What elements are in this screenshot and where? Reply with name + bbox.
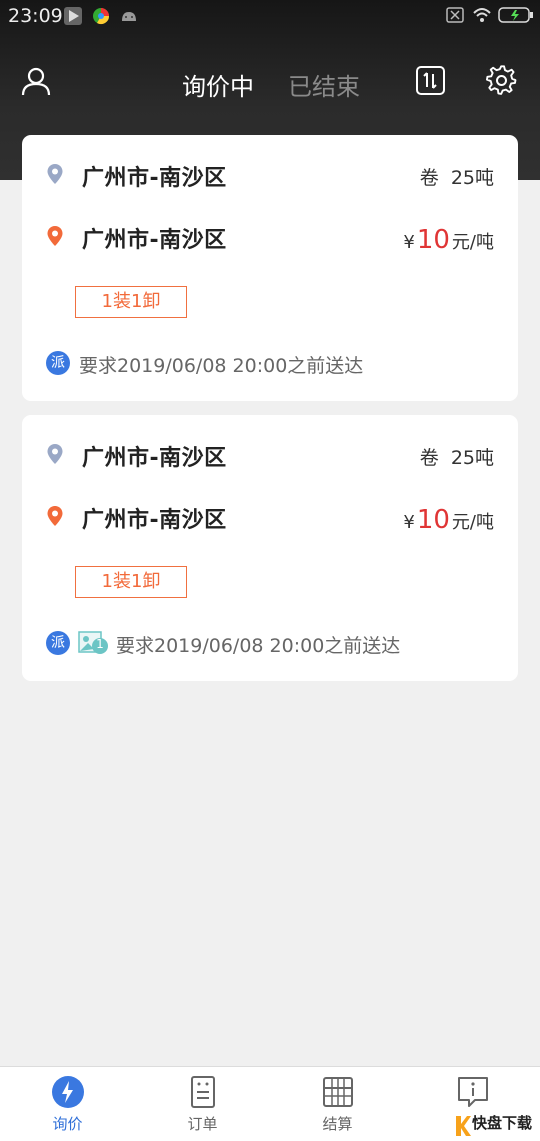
nav-orders[interactable]: 订单 <box>135 1067 270 1141</box>
price-value: 10 <box>416 225 450 255</box>
sort-button[interactable] <box>416 66 445 95</box>
watermark-text: 快盘下载 <box>472 1114 533 1132</box>
status-bar: 23:09 <box>0 0 540 32</box>
photo-count: 1 <box>96 637 104 651</box>
k-logo-icon <box>456 1116 471 1136</box>
image-icon <box>78 631 108 654</box>
tab-ended[interactable]: 已结束 <box>288 67 360 102</box>
user-icon <box>21 67 51 96</box>
nav-settlement[interactable]: 结算 <box>270 1067 405 1141</box>
price: ¥10 元/吨 <box>403 505 494 535</box>
delivery-deadline: 要求2019/06/08 20:00之前送达 <box>116 635 401 657</box>
dispatch-badge: 派 <box>46 631 70 655</box>
watermark-logo: 快盘下载 <box>454 1112 540 1140</box>
top-nav: 询价中 已结束 <box>0 52 540 112</box>
price-currency: ¥ <box>403 232 415 253</box>
info-bubble-icon <box>457 1077 488 1107</box>
origin-pin-icon <box>47 444 63 464</box>
origin-address: 广州市-南沙区 <box>82 166 227 191</box>
nav-settlement-label: 结算 <box>322 1115 353 1133</box>
document-icon <box>190 1076 215 1108</box>
cargo-info: 卷 25吨 <box>419 167 494 189</box>
nav-inquiry-label: 询价 <box>52 1115 83 1133</box>
battery-icon <box>498 6 534 28</box>
price: ¥10 元/吨 <box>403 225 494 255</box>
gear-icon <box>486 65 517 95</box>
origin-address: 广州市-南沙区 <box>82 446 227 471</box>
destination-address: 广州市-南沙区 <box>82 228 227 253</box>
destination-pin-icon <box>47 226 63 246</box>
price-unit: 元/吨 <box>451 232 494 253</box>
origin-pin-icon <box>47 164 63 184</box>
sort-icon <box>423 72 437 89</box>
dispatch-badge: 派 <box>46 351 70 375</box>
destination-pin-icon <box>47 506 63 526</box>
tab-inquiring[interactable]: 询价中 <box>182 67 254 102</box>
price-value: 10 <box>416 505 450 535</box>
nav-inquiry[interactable]: 询价 <box>0 1067 135 1141</box>
browser-icon <box>92 7 110 25</box>
price-currency: ¥ <box>403 512 415 533</box>
photo-badge[interactable]: 1 <box>78 630 110 656</box>
delivery-deadline: 要求2019/06/08 20:00之前送达 <box>79 355 364 377</box>
abacus-icon <box>322 1077 353 1107</box>
order-card[interactable]: 广州市-南沙区 卷 25吨 广州市-南沙区 ¥10 元/吨 1装1卸 派 1 要求… <box>22 415 518 681</box>
cargo-info: 卷 25吨 <box>419 447 494 469</box>
status-time: 23:09 <box>8 5 63 27</box>
sim-icon <box>446 6 464 28</box>
order-card[interactable]: 广州市-南沙区 卷 25吨 广州市-南沙区 ¥10 元/吨 1装1卸 派 要求20… <box>22 135 518 401</box>
android-icon <box>120 7 138 25</box>
lightning-icon <box>51 1076 84 1108</box>
user-profile-button[interactable] <box>20 65 52 97</box>
play-store-icon <box>64 7 82 25</box>
settings-button[interactable] <box>486 65 518 97</box>
nav-orders-label: 订单 <box>187 1115 218 1133</box>
destination-address: 广州市-南沙区 <box>82 508 227 533</box>
price-unit: 元/吨 <box>451 512 494 533</box>
wifi-icon <box>472 6 492 28</box>
load-unload-tag: 1装1卸 <box>75 566 187 598</box>
load-unload-tag: 1装1卸 <box>75 286 187 318</box>
